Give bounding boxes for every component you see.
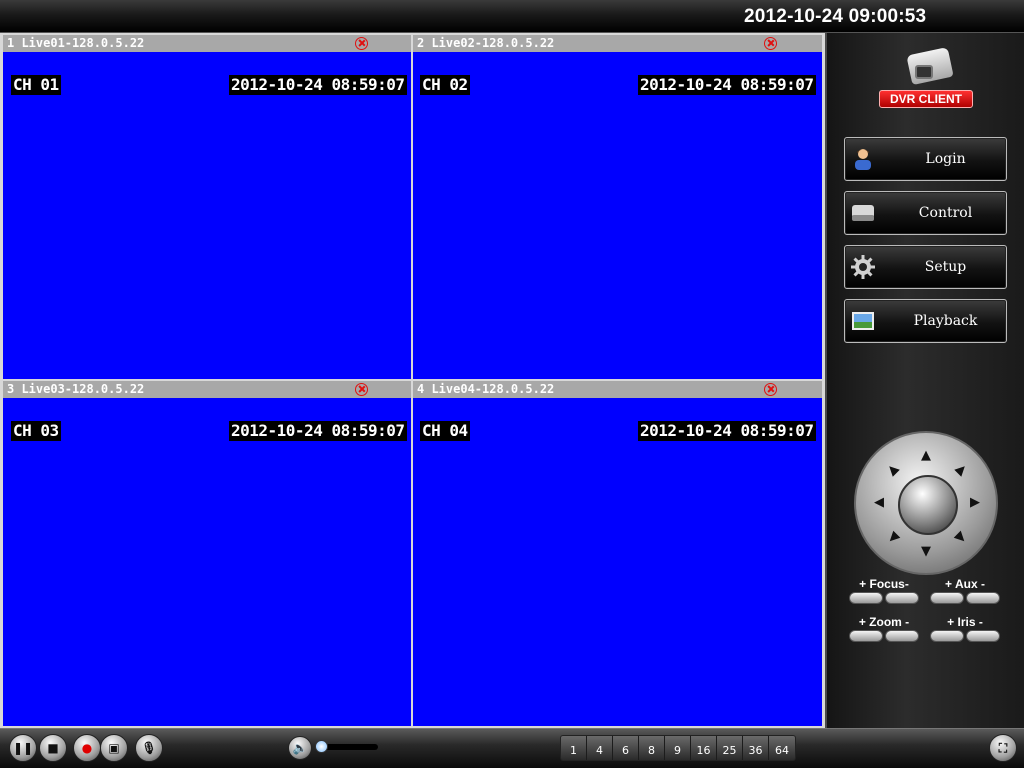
arrow-up-icon[interactable]: ▲: [919, 449, 933, 463]
control-sidebar: DVR CLIENT Login Control Setup Playback: [825, 33, 1024, 728]
dvr-client-logo: DVR CLIENT: [879, 43, 973, 118]
system-clock: 2012-10-24 09:00:53: [744, 6, 927, 27]
volume-slider[interactable]: [314, 740, 378, 753]
volume-button[interactable]: 🔈: [288, 736, 312, 760]
setup-label: Setup: [924, 259, 967, 275]
logo-badge: DVR CLIENT: [879, 90, 973, 108]
zoom-label: + Zoom -: [858, 615, 910, 629]
split-64-button[interactable]: 64: [769, 736, 795, 760]
split-4-button[interactable]: 4: [587, 736, 613, 760]
iris-minus-button[interactable]: [966, 630, 1000, 642]
channel-label: CH 03: [11, 421, 61, 441]
split-25-button[interactable]: 25: [717, 736, 743, 760]
stop-icon: ■: [47, 741, 59, 755]
video-pane-4[interactable]: 4 Live04-128.0.5.22 CH 04 2012-10-24 08:…: [413, 381, 822, 726]
setup-button[interactable]: Setup: [844, 245, 1007, 289]
pane-timestamp: 2012-10-24 08:59:07: [638, 75, 816, 95]
split-screen-selector: 1 4 6 8 9 16 25 36 64: [560, 735, 796, 761]
zoom-plus-button[interactable]: [849, 630, 883, 642]
ptz-joystick[interactable]: ▲ ▼ ◀ ▶ ▲ ▲ ▼ ▼: [854, 431, 998, 575]
aux-plus-button[interactable]: [930, 592, 964, 604]
control-button[interactable]: Control: [844, 191, 1007, 235]
ptz-center-button[interactable]: [898, 475, 958, 535]
capture-button[interactable]: ▣: [100, 734, 128, 762]
pause-button[interactable]: ❚❚: [9, 734, 37, 762]
video-pane-1[interactable]: 1 Live01-128.0.5.22 CH 01 2012-10-24 08:…: [3, 35, 411, 379]
aux-minus-button[interactable]: [966, 592, 1000, 604]
arrow-right-icon[interactable]: ▶: [968, 496, 982, 510]
close-icon[interactable]: [355, 383, 368, 396]
record-button[interactable]: ●: [73, 734, 101, 762]
pane-title: 3 Live03-128.0.5.22: [3, 381, 411, 398]
pane-timestamp: 2012-10-24 08:59:07: [229, 75, 407, 95]
split-16-button[interactable]: 16: [691, 736, 717, 760]
playback-label: Playback: [913, 313, 978, 329]
close-icon[interactable]: [764, 383, 777, 396]
focus-control: + Focus-: [849, 577, 919, 604]
pane-timestamp: 2012-10-24 08:59:07: [638, 421, 816, 441]
fullscreen-icon: ⛶: [998, 741, 1008, 755]
pane-timestamp: 2012-10-24 08:59:07: [229, 421, 407, 441]
video-grid: 1 Live01-128.0.5.22 CH 01 2012-10-24 08:…: [0, 33, 825, 728]
split-1-button[interactable]: 1: [561, 736, 587, 760]
focus-plus-button[interactable]: [849, 592, 883, 604]
playback-button[interactable]: Playback: [844, 299, 1007, 343]
gear-icon: [851, 255, 875, 279]
stop-button[interactable]: ■: [39, 734, 67, 762]
pause-icon: ❚❚: [12, 741, 34, 755]
speaker-icon: 🔈: [292, 741, 308, 755]
focus-label: + Focus-: [859, 577, 909, 591]
login-button[interactable]: Login: [844, 137, 1007, 181]
pane-title: 2 Live02-128.0.5.22: [413, 35, 822, 52]
close-icon[interactable]: [355, 37, 368, 50]
picture-icon: [852, 312, 874, 330]
record-icon: ●: [81, 741, 93, 755]
channel-label: CH 04: [420, 421, 470, 441]
control-label: Control: [918, 205, 973, 221]
aux-control: + Aux -: [930, 577, 1000, 604]
channel-label: CH 01: [11, 75, 61, 95]
iris-control: + Iris -: [930, 615, 1000, 642]
arrow-up-left-icon[interactable]: ▲: [883, 460, 903, 480]
device-icon: [852, 205, 874, 221]
channel-label: CH 02: [420, 75, 470, 95]
camera-lens: [915, 65, 933, 79]
user-icon: [855, 149, 871, 170]
arrow-left-icon[interactable]: ◀: [872, 496, 886, 510]
arrow-down-icon[interactable]: ▼: [919, 545, 933, 559]
pane-title: 1 Live01-128.0.5.22: [3, 35, 411, 52]
iris-plus-button[interactable]: [930, 630, 964, 642]
split-8-button[interactable]: 8: [639, 736, 665, 760]
bottom-toolbar: ❚❚ ■ ● ▣ 🎙 🔈 1 4 6 8 9 16 25 36 64 ⛶: [0, 728, 1024, 768]
zoom-control: + Zoom -: [849, 615, 919, 642]
focus-minus-button[interactable]: [885, 592, 919, 604]
split-6-button[interactable]: 6: [613, 736, 639, 760]
pane-title: 4 Live04-128.0.5.22: [413, 381, 822, 398]
split-9-button[interactable]: 9: [665, 736, 691, 760]
close-icon[interactable]: [764, 37, 777, 50]
iris-label: + Iris -: [947, 615, 983, 629]
arrow-down-left-icon[interactable]: ▼: [883, 528, 903, 548]
talk-icon: 🎙: [141, 741, 157, 755]
talk-button[interactable]: 🎙: [135, 734, 163, 762]
fullscreen-button[interactable]: ⛶: [989, 734, 1017, 762]
arrow-up-right-icon[interactable]: ▲: [951, 460, 971, 480]
aux-label: + Aux -: [945, 577, 985, 591]
zoom-minus-button[interactable]: [885, 630, 919, 642]
video-pane-3[interactable]: 3 Live03-128.0.5.22 CH 03 2012-10-24 08:…: [3, 381, 411, 726]
login-label: Login: [925, 151, 966, 167]
split-36-button[interactable]: 36: [743, 736, 769, 760]
video-pane-2[interactable]: 2 Live02-128.0.5.22 CH 02 2012-10-24 08:…: [413, 35, 822, 379]
title-bar: 2012-10-24 09:00:53: [0, 0, 1024, 33]
capture-icon: ▣: [108, 741, 120, 755]
volume-knob[interactable]: [314, 740, 328, 753]
arrow-down-right-icon[interactable]: ▼: [951, 528, 971, 548]
